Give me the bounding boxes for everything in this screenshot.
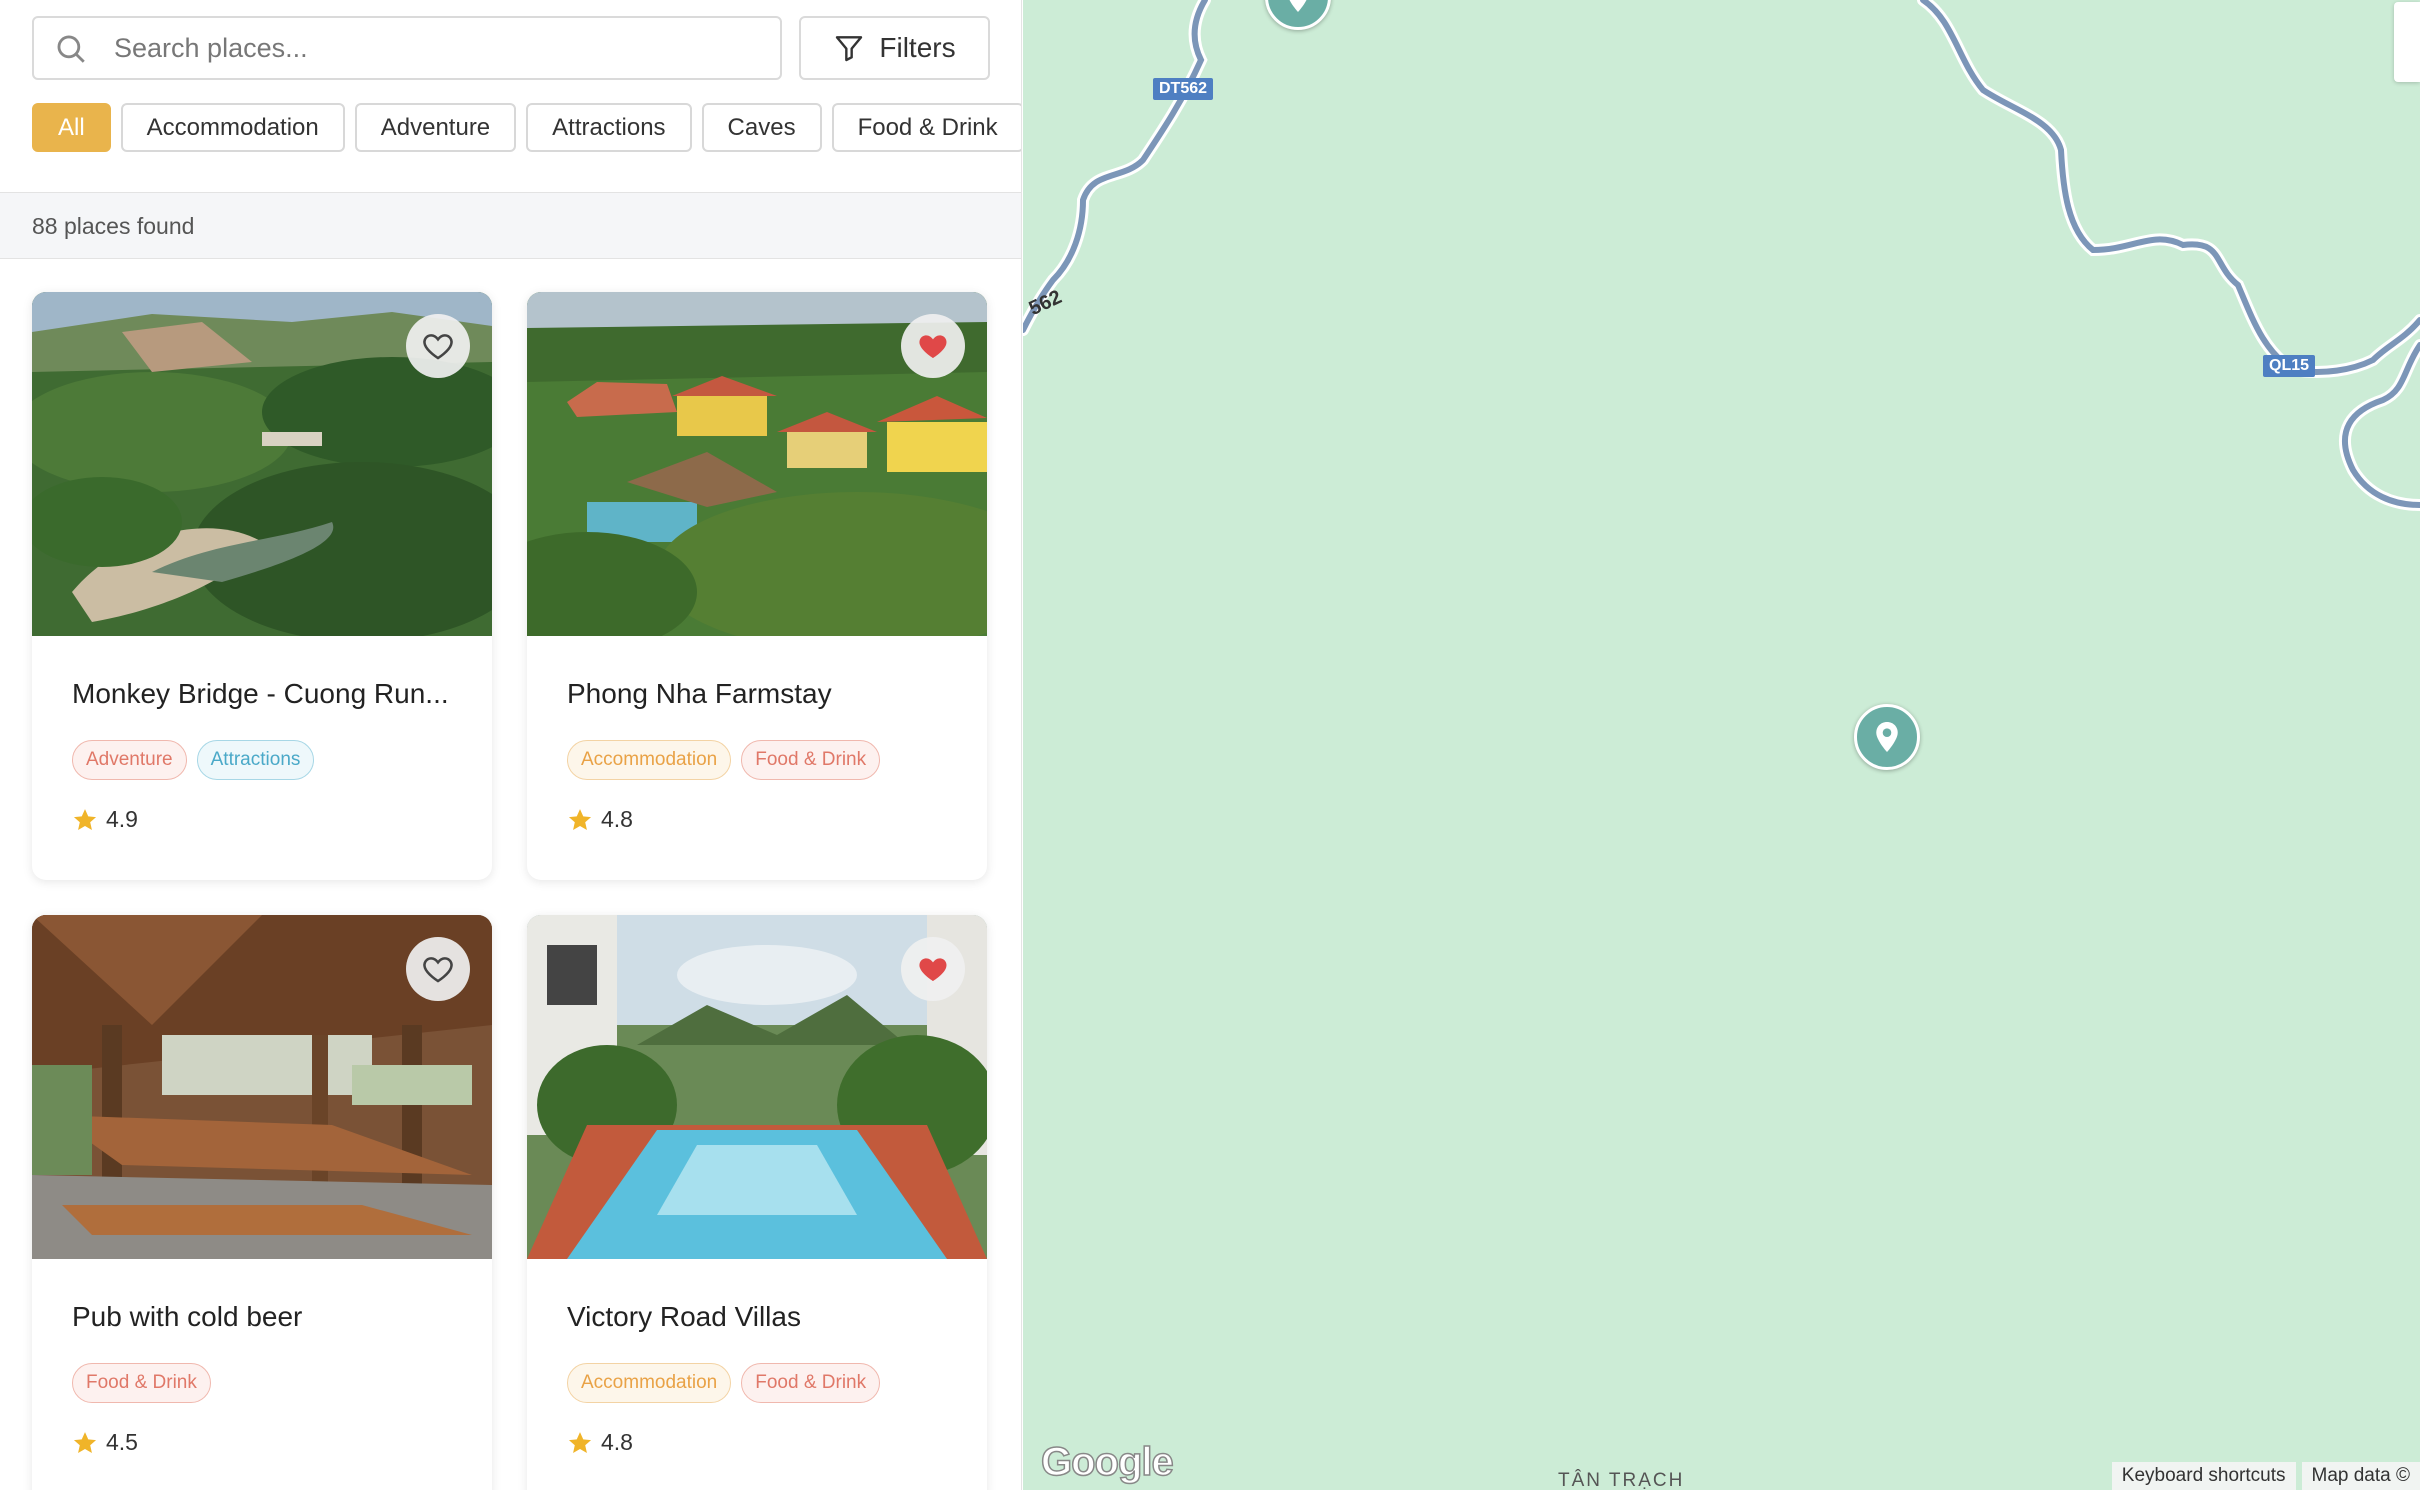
place-photo bbox=[32, 292, 492, 636]
category-chip-attractions[interactable]: Attractions bbox=[526, 103, 692, 152]
rating: 4.8 bbox=[567, 1429, 633, 1456]
favorite-button[interactable] bbox=[406, 314, 470, 378]
google-logo: Google bbox=[1040, 1439, 1174, 1485]
rating-value: 4.9 bbox=[106, 806, 138, 832]
category-chips: All Accommodation Adventure Attractions Cave… bbox=[32, 103, 1021, 153]
road-label-dt562: DT562 bbox=[1153, 78, 1214, 100]
heart-filled-icon bbox=[919, 335, 947, 359]
map-attribution: Keyboard shortcuts Map data © bbox=[2111, 1462, 2420, 1490]
place-cards-grid: Monkey Bridge - Cuong Run... Adventure A… bbox=[32, 292, 990, 1490]
place-title: Victory Road Villas bbox=[567, 1301, 801, 1332]
results-bar: 88 places found bbox=[0, 192, 1021, 259]
map-data-link[interactable]: Map data © bbox=[2301, 1462, 2420, 1490]
place-photo bbox=[527, 915, 987, 1259]
category-chip-all[interactable]: All bbox=[32, 103, 111, 152]
place-photo bbox=[32, 915, 492, 1259]
rating: 4.5 bbox=[72, 1429, 138, 1456]
place-tags: Accommodation Food & Drink bbox=[567, 1363, 881, 1403]
place-card[interactable]: Monkey Bridge - Cuong Run... Adventure A… bbox=[32, 292, 492, 880]
place-card[interactable]: Victory Road Villas Accommodation Food &… bbox=[527, 915, 987, 1490]
favorite-button[interactable] bbox=[406, 937, 470, 1001]
location-pin-icon bbox=[1289, 0, 1307, 12]
map-view[interactable]: DT562 562 QL15 Google TÂN TRẠCH Keyboard… bbox=[1023, 0, 2420, 1490]
star-icon bbox=[568, 808, 592, 830]
place-photo bbox=[527, 292, 987, 636]
filters-button[interactable]: Filters bbox=[799, 16, 990, 80]
tag-food-drink: Food & Drink bbox=[741, 1363, 881, 1403]
place-tags: Adventure Attractions bbox=[72, 740, 315, 780]
place-title: Monkey Bridge - Cuong Run... bbox=[72, 678, 449, 709]
filter-icon bbox=[836, 36, 863, 62]
place-card[interactable]: Phong Nha Farmstay Accommodation Food & … bbox=[527, 292, 987, 880]
favorite-button[interactable] bbox=[901, 937, 965, 1001]
search-input[interactable] bbox=[114, 26, 754, 70]
rating-value: 4.8 bbox=[601, 1429, 633, 1455]
star-icon bbox=[73, 808, 97, 830]
tag-accommodation: Accommodation bbox=[567, 740, 732, 780]
star-icon bbox=[73, 1431, 97, 1453]
category-chip-caves[interactable]: Caves bbox=[701, 103, 822, 152]
place-tags: Food & Drink bbox=[72, 1363, 211, 1403]
place-title: Phong Nha Farmstay bbox=[567, 678, 832, 709]
category-chip-adventure[interactable]: Adventure bbox=[354, 103, 517, 152]
search-icon bbox=[57, 35, 85, 63]
tag-accommodation: Accommodation bbox=[567, 1363, 732, 1403]
filters-label: Filters bbox=[879, 32, 956, 63]
place-card[interactable]: Pub with cold beer Food & Drink 4.5 bbox=[32, 915, 492, 1490]
tag-food-drink: Food & Drink bbox=[741, 740, 881, 780]
star-icon bbox=[568, 1431, 592, 1453]
map-roads bbox=[1023, 0, 2420, 511]
map-control-button[interactable] bbox=[2394, 2, 2420, 82]
place-title: Pub with cold beer bbox=[72, 1301, 303, 1332]
heart-filled-icon bbox=[919, 958, 947, 982]
category-chip-accommodation[interactable]: Accommodation bbox=[120, 103, 345, 152]
tag-attractions: Attractions bbox=[196, 740, 315, 780]
favorite-button[interactable] bbox=[901, 314, 965, 378]
rating-value: 4.5 bbox=[106, 1429, 138, 1455]
keyboard-shortcuts-link[interactable]: Keyboard shortcuts bbox=[2111, 1462, 2296, 1490]
results-count: 88 places found bbox=[32, 213, 195, 239]
map-pin[interactable] bbox=[1854, 704, 1920, 770]
location-pin-icon bbox=[1876, 722, 1898, 752]
places-panel: Filters AllAccommodationAdventureAttract… bbox=[0, 0, 1022, 1490]
map-place-label: TÂN TRẠCH bbox=[1558, 1470, 1685, 1490]
heart-outline-icon bbox=[423, 334, 453, 360]
rating: 4.8 bbox=[567, 806, 633, 833]
category-chip-food-drink[interactable]: Food & Drink bbox=[831, 103, 1021, 152]
search-box[interactable] bbox=[32, 16, 782, 80]
tag-food-drink: Food & Drink bbox=[72, 1363, 211, 1403]
place-tags: Accommodation Food & Drink bbox=[567, 740, 881, 780]
tag-adventure: Adventure bbox=[72, 740, 187, 780]
heart-outline-icon bbox=[423, 957, 453, 983]
road-label-ql15: QL15 bbox=[2263, 355, 2316, 377]
rating-value: 4.8 bbox=[601, 806, 633, 832]
rating: 4.9 bbox=[72, 806, 138, 833]
